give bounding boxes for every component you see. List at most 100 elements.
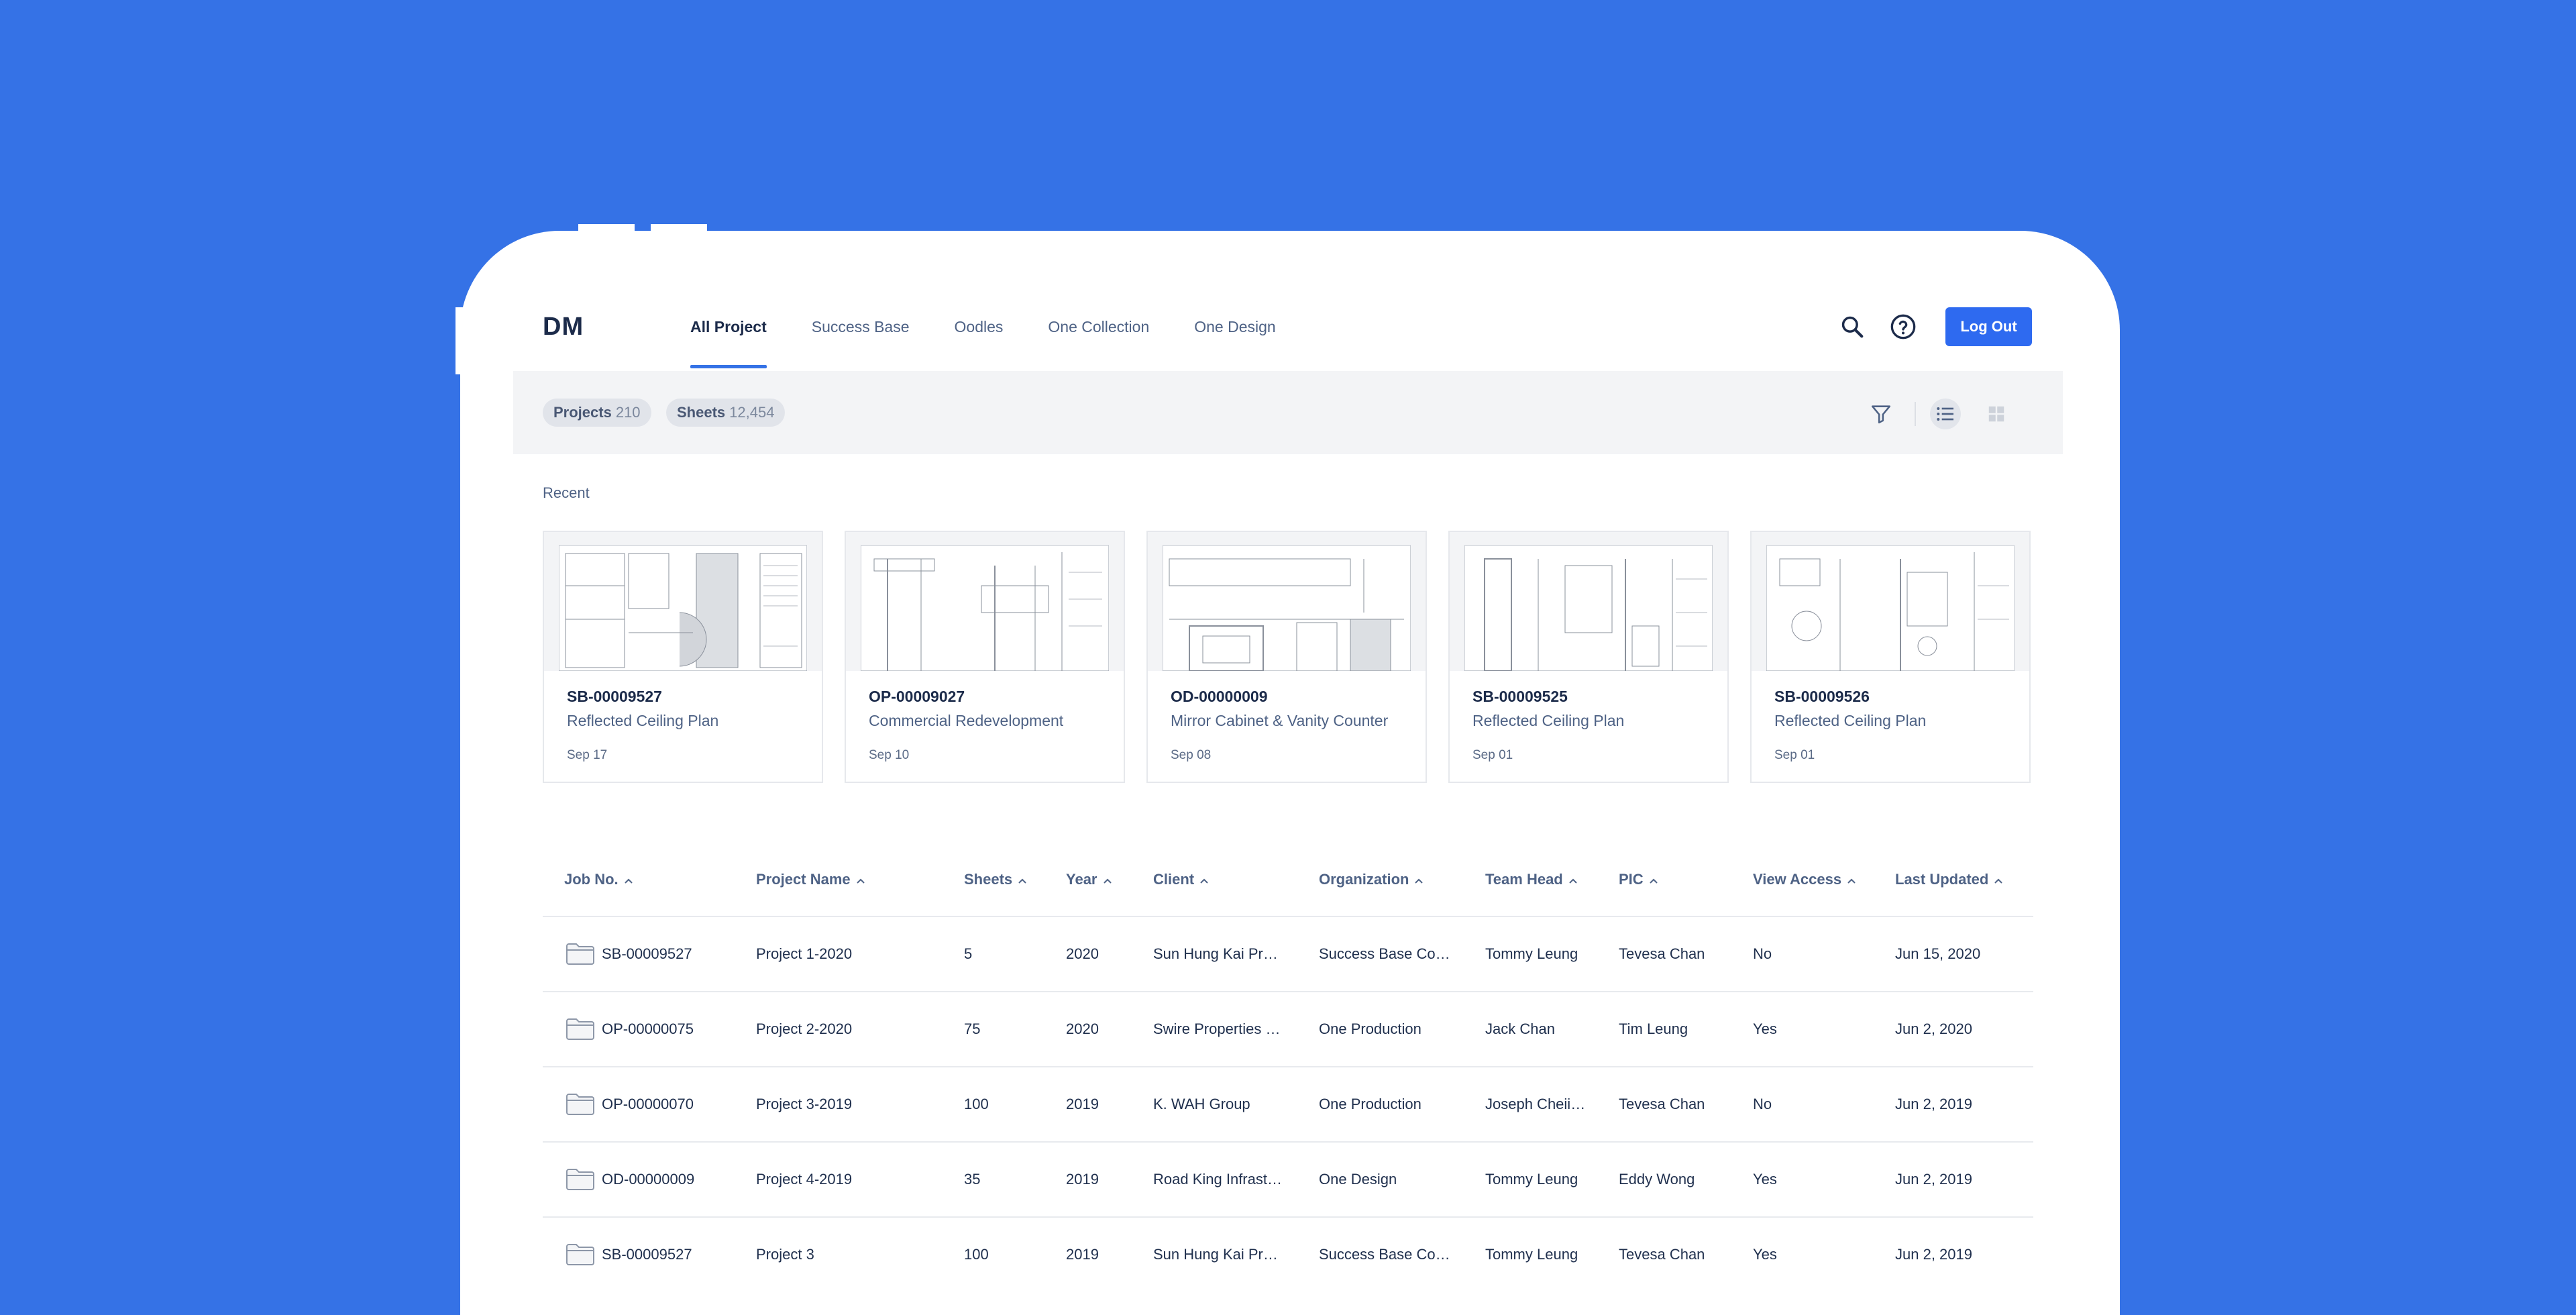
- column-header-label: Project Name: [756, 871, 851, 888]
- cell-view-access: Yes: [1753, 1171, 1777, 1188]
- sheets-count: 12,454: [729, 404, 775, 421]
- column-header-label: Sheets: [964, 871, 1013, 888]
- sort-arrow-icon[interactable]: [1103, 871, 1112, 888]
- table-row[interactable]: OD-00000009 Project 4-2019 35 2019 Road King…: [543, 1141, 2033, 1216]
- cell-last-updated: Jun 15, 2020: [1895, 945, 1981, 962]
- sort-arrow-icon[interactable]: [624, 871, 633, 888]
- card-date: Sep 17: [567, 748, 608, 762]
- column-header-last-updated[interactable]: Last Updated: [1895, 871, 2003, 888]
- help-circle-icon[interactable]: [1888, 311, 1919, 342]
- cell-team-head: Tommy Leung: [1485, 1171, 1578, 1188]
- sheets-label: Sheets: [677, 404, 726, 421]
- app-window: DM All Project Success Base Oodles One C…: [460, 231, 2120, 1315]
- grid-view-icon[interactable]: [1981, 399, 2012, 429]
- cell-team-head: Jack Chan: [1485, 1020, 1555, 1037]
- cell-year: 2019: [1066, 1246, 1099, 1263]
- search-icon[interactable]: [1837, 311, 1868, 342]
- table-row[interactable]: SB-00009527 Project 1-2020 5 2020 Sun Hung K…: [543, 916, 2033, 991]
- drawing-thumbnail: [1148, 532, 1426, 671]
- table-row[interactable]: SB-00009527 Project 3 100 2019 Sun Hung Kai …: [543, 1216, 2033, 1292]
- tab-success-base[interactable]: Success Base: [812, 310, 910, 344]
- cell-last-updated: Jun 2, 2019: [1895, 1171, 1972, 1188]
- cell-pic: Eddy Wong: [1619, 1171, 1695, 1188]
- cell-year: 2019: [1066, 1171, 1099, 1188]
- tab-all-project[interactable]: All Project: [690, 310, 767, 368]
- cell-client: Swire Properties …: [1153, 1020, 1281, 1037]
- folder-icon: [566, 1018, 595, 1044]
- sort-arrow-icon[interactable]: [1199, 871, 1209, 888]
- cell-year: 2019: [1066, 1096, 1099, 1112]
- card-job-number: SB-00009526: [1774, 688, 1870, 705]
- projects-count: 210: [615, 404, 641, 421]
- column-header-label: Job No.: [564, 871, 619, 888]
- column-header-label: Year: [1066, 871, 1097, 888]
- recent-card[interactable]: OD-00000009 Mirror Cabinet & Vanity Coun…: [1146, 531, 1427, 783]
- card-title: Mirror Cabinet & Vanity Counter: [1171, 712, 1389, 729]
- folder-icon: [566, 943, 595, 969]
- table-row[interactable]: OP-00000070 Project 3-2019 100 2019 K. WAH G…: [543, 1066, 2033, 1141]
- sort-arrow-icon[interactable]: [1018, 871, 1027, 888]
- recent-card[interactable]: OP-00009027 Commercial Redevelopment Sep…: [845, 531, 1125, 783]
- cell-sheets: 100: [964, 1096, 989, 1112]
- cell-job-no: SB-00009527: [602, 1246, 692, 1263]
- sort-arrow-icon[interactable]: [1568, 871, 1578, 888]
- column-header-team-head[interactable]: Team Head: [1485, 871, 1578, 888]
- column-header-year[interactable]: Year: [1066, 871, 1112, 888]
- cell-project-name: Project 3-2019: [756, 1096, 853, 1112]
- folder-icon: [566, 1243, 595, 1269]
- sort-arrow-icon[interactable]: [1994, 871, 2003, 888]
- cell-pic: Tevesa Chan: [1619, 1096, 1705, 1112]
- cell-team-head: Tommy Leung: [1485, 1246, 1578, 1263]
- cell-organization: One Production: [1319, 1020, 1421, 1037]
- column-header-job-no[interactable]: Job No.: [564, 871, 633, 888]
- main-nav: All Project Success Base Oodles One Coll…: [690, 310, 1321, 368]
- column-header-pic[interactable]: PIC: [1619, 871, 1658, 888]
- cell-client: Sun Hung Kai Pro…: [1153, 1246, 1284, 1263]
- projects-label: Projects: [553, 404, 612, 421]
- recent-card[interactable]: SB-00009527 Reflected Ceiling Plan Sep 1…: [543, 531, 823, 783]
- cell-pic: Tevesa Chan: [1619, 945, 1705, 962]
- cell-project-name: Project 2-2020: [756, 1020, 853, 1037]
- column-header-project-name[interactable]: Project Name: [756, 871, 865, 888]
- sort-arrow-icon[interactable]: [1414, 871, 1424, 888]
- column-header-sheets[interactable]: Sheets: [964, 871, 1027, 888]
- sort-arrow-icon[interactable]: [856, 871, 865, 888]
- column-header-client[interactable]: Client: [1153, 871, 1209, 888]
- cell-organization: Success Base Co…: [1319, 1246, 1450, 1263]
- tab-one-design[interactable]: One Design: [1194, 310, 1275, 344]
- cell-pic: Tevesa Chan: [1619, 1246, 1705, 1263]
- cell-client: K. WAH Group: [1153, 1096, 1250, 1112]
- drawing-thumbnail: [1752, 532, 2029, 671]
- cell-view-access: No: [1753, 1096, 1772, 1112]
- cell-view-access: Yes: [1753, 1246, 1777, 1263]
- sort-arrow-icon[interactable]: [1847, 871, 1856, 888]
- column-header-view-access[interactable]: View Access: [1753, 871, 1856, 888]
- tab-oodles[interactable]: Oodles: [955, 310, 1004, 344]
- table-row[interactable]: OP-00000075 Project 2-2020 75 2020 Swire Pro…: [543, 991, 2033, 1066]
- sort-arrow-icon[interactable]: [1649, 871, 1658, 888]
- cell-team-head: Joseph Cheii…: [1485, 1096, 1586, 1112]
- cell-project-name: Project 3: [756, 1246, 814, 1263]
- tab-one-collection[interactable]: One Collection: [1048, 310, 1149, 344]
- column-header-label: Organization: [1319, 871, 1409, 888]
- cell-organization: One Design: [1319, 1171, 1397, 1188]
- logout-button[interactable]: Log Out: [1945, 307, 2032, 346]
- cell-job-no: OP-00000070: [602, 1096, 694, 1112]
- card-title: Reflected Ceiling Plan: [567, 712, 719, 729]
- filter-icon[interactable]: [1866, 399, 1896, 429]
- column-header-organization[interactable]: Organization: [1319, 871, 1424, 888]
- card-date: Sep 01: [1774, 748, 1815, 762]
- cell-last-updated: Jun 2, 2020: [1895, 1020, 1972, 1037]
- cell-organization: One Production: [1319, 1096, 1421, 1112]
- cell-organization: Success Base Co…: [1319, 945, 1450, 962]
- card-job-number: OP-00009027: [869, 688, 965, 705]
- column-header-label: Last Updated: [1895, 871, 1989, 888]
- column-header-label: PIC: [1619, 871, 1644, 888]
- card-job-number: OD-00000009: [1171, 688, 1268, 705]
- card-title: Reflected Ceiling Plan: [1472, 712, 1625, 729]
- card-date: Sep 08: [1171, 748, 1212, 762]
- recent-card[interactable]: SB-00009526 Reflected Ceiling Plan Sep 0…: [1750, 531, 2031, 783]
- list-view-icon[interactable]: [1930, 399, 1961, 429]
- recent-card[interactable]: SB-00009525 Reflected Ceiling Plan Sep 0…: [1448, 531, 1729, 783]
- card-date: Sep 10: [869, 748, 910, 762]
